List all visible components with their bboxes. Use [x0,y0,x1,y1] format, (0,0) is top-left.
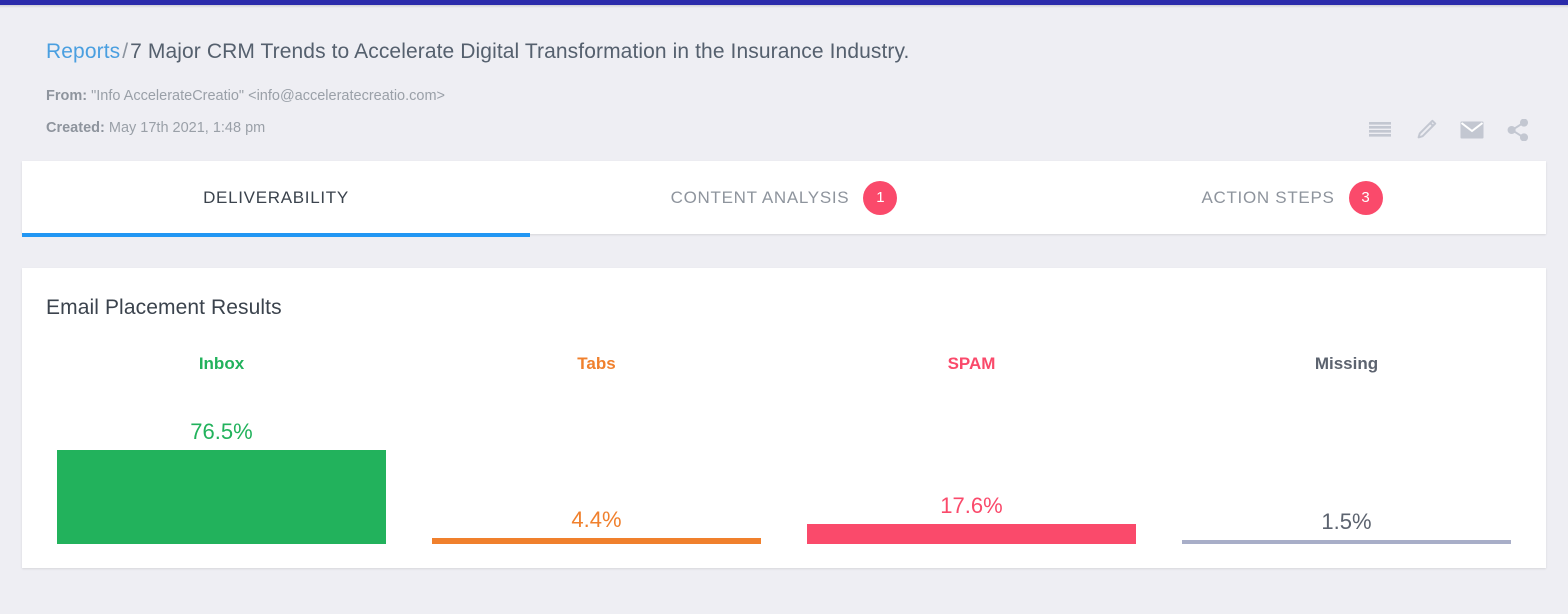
tab-deliverability[interactable]: DELIVERABILITY [22,161,530,237]
chart-bar[interactable] [1182,540,1511,544]
chart-bar-group: 4.4% [432,507,761,544]
chart-column: SPAM 17.6% [784,354,1159,544]
chart-bar-group: 1.5% [1182,509,1511,544]
list-icon[interactable] [1368,118,1392,142]
from-line: From: "Info AccelerateCreatio" <info@acc… [46,88,445,104]
chart-category-label: Tabs [577,354,616,373]
chart-value-label: 76.5% [190,419,253,444]
chart-bar-group: 76.5% [57,419,386,544]
placement-bar-chart: Inbox 76.5% Tabs 4.4% SPAM 17.6% Missing 1.5% [34,354,1534,544]
breadcrumb-current-title: 7 Major CRM Trends to Accelerate Digital… [130,40,910,63]
chart-bar[interactable] [57,450,386,544]
breadcrumb: Reports/7 Major CRM Trends to Accelerate… [46,40,910,64]
chart-bar[interactable] [432,538,761,544]
created-label: Created: [46,120,105,136]
chart-bar-group: 17.6% [807,493,1136,544]
chart-category-label: SPAM [947,354,996,373]
chart-column: Tabs 4.4% [409,354,784,544]
chart-value-label: 17.6% [940,493,1003,518]
card-title: Email Placement Results [46,296,282,319]
created-value: May 17th 2021, 1:48 pm [108,120,266,136]
report-page: Reports/7 Major CRM Trends to Accelerate… [0,0,1568,614]
chart-category-label: Inbox [198,354,245,373]
chart-value-label: 1.5% [1321,509,1372,534]
report-header: Reports/7 Major CRM Trends to Accelerate… [0,8,1568,153]
tab-label: DELIVERABILITY [203,187,349,207]
tab-label: CONTENT ANALYSIS [670,187,850,207]
share-icon[interactable] [1506,118,1530,142]
chart-bar[interactable] [807,524,1136,544]
tab-content-analysis[interactable]: CONTENT ANALYSIS 1 [530,161,1038,234]
breadcrumb-separator: / [122,40,129,63]
tab-badge: 3 [1348,180,1383,215]
created-line: Created: May 17th 2021, 1:48 pm [46,120,265,136]
breadcrumb-reports-link[interactable]: Reports [46,40,120,63]
pencil-icon[interactable] [1414,118,1438,142]
chart-category-label: Missing [1314,354,1379,373]
envelope-icon[interactable] [1460,118,1484,142]
tab-label: ACTION STEPS [1201,187,1335,207]
tab-action-steps[interactable]: ACTION STEPS 3 [1038,161,1546,234]
email-placement-card: Email Placement Results Inbox 76.5% Tabs 4.… [22,268,1546,568]
tab-bar: DELIVERABILITY CONTENT ANALYSIS 1 ACTION… [22,161,1546,237]
from-value: "Info AccelerateCreatio" <info@accelerat… [91,88,445,104]
chart-column: Inbox 76.5% [34,354,409,544]
chart-column: Missing 1.5% [1159,354,1534,544]
from-label: From: [46,88,88,104]
tab-badge: 1 [863,180,898,215]
chart-value-label: 4.4% [571,507,622,532]
header-action-icons [1368,118,1530,142]
